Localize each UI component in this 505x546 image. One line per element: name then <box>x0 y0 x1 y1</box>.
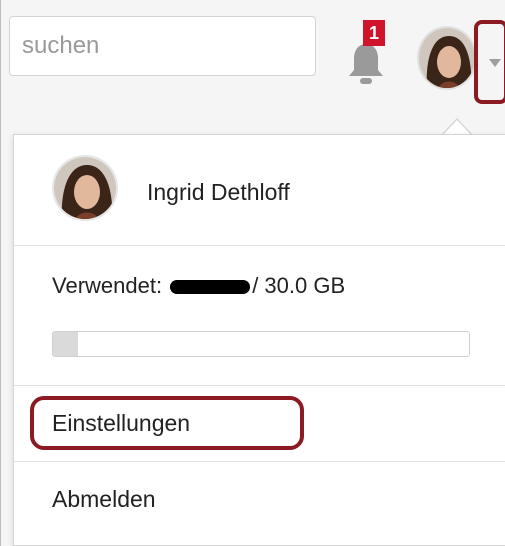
redacted-value <box>170 280 251 295</box>
storage-usage-total: / 30.0 GB <box>252 273 346 298</box>
user-name: Ingrid Dethloff <box>147 179 290 205</box>
notifications-button[interactable]: 1 <box>341 20 391 90</box>
avatar[interactable] <box>417 26 477 90</box>
user-menu-dropdown: Ingrid Dethloff Verwendet: / 30.0 GB Ein… <box>13 134 505 546</box>
bell-icon <box>349 44 383 84</box>
menu-item-label: Abmelden <box>52 485 156 512</box>
app-frame: 1 Ingrid Dethloff V <box>0 0 505 546</box>
menu-item-label: Einstellungen <box>52 409 191 436</box>
search-input[interactable] <box>9 16 316 76</box>
divider <box>14 245 505 246</box>
user-avatar-image <box>54 157 116 219</box>
menu-item-settings[interactable]: Einstellungen <box>14 386 505 460</box>
user-avatar-image <box>419 28 475 88</box>
menu-item-logout[interactable]: Abmelden <box>14 462 505 536</box>
storage-progress-bar <box>52 331 470 357</box>
user-menu-toggle-button[interactable] <box>474 20 505 104</box>
avatar <box>52 155 118 221</box>
storage-usage-prefix: Verwendet: <box>52 273 163 298</box>
caret-down-icon <box>489 59 501 67</box>
user-info: Ingrid Dethloff <box>14 135 505 245</box>
notification-badge: 1 <box>363 20 385 46</box>
storage-progress-fill <box>53 332 78 356</box>
storage-usage-label: Verwendet: / 30.0 GB <box>52 273 345 299</box>
